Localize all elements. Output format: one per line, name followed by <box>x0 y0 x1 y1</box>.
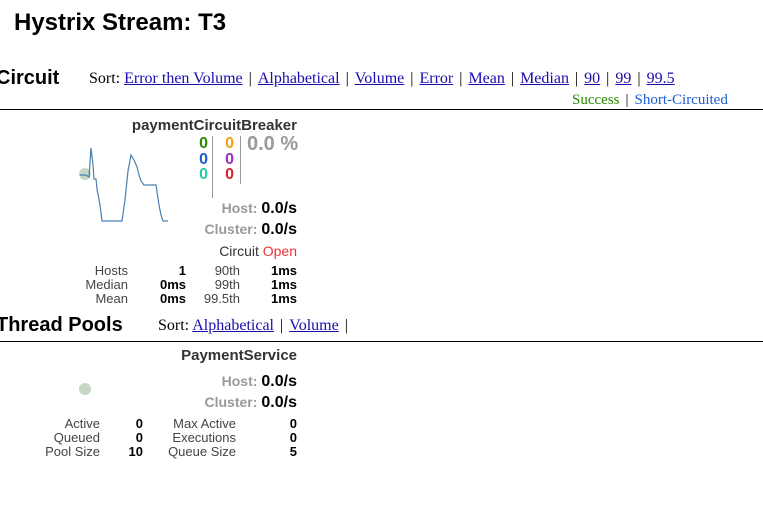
timeout-count: 0 <box>225 135 234 152</box>
p99-label: 99th <box>214 277 240 292</box>
max-active-label: Max Active <box>173 416 236 431</box>
sort-median-link[interactable]: Median <box>520 70 569 87</box>
circuit-counts-right: 0 0 0 <box>218 136 234 183</box>
pool-size-value: 10 <box>128 444 143 459</box>
legend-short-circuited: Short-Circuited <box>634 92 728 108</box>
success-count: 0 <box>199 135 208 152</box>
median-label: Median <box>85 277 128 292</box>
hosts-label: Hosts <box>94 263 128 278</box>
bad-request-count: 0 <box>199 166 208 183</box>
circuit-percentile-values: 1ms 1ms 1ms <box>271 264 297 306</box>
sort-error-then-volume-link[interactable]: Error then Volume <box>124 70 243 87</box>
sort-volume-link[interactable]: Volume <box>355 70 404 87</box>
pool-host-rate: Host: 0.0/s <box>222 373 297 391</box>
sort-99-link[interactable]: 99 <box>615 70 631 87</box>
p995-value: 1ms <box>270 291 297 306</box>
sort-mean-link[interactable]: Mean <box>468 70 504 87</box>
executions-value: 0 <box>289 430 297 445</box>
hosts-value: 1 <box>178 263 186 278</box>
count-divider <box>212 136 213 198</box>
circuit-status: Circuit Open <box>219 243 297 259</box>
circuit-counts-left: 0 0 0 <box>192 136 208 183</box>
circuit-divider <box>0 109 763 110</box>
pool-sort-volume-link[interactable]: Volume <box>289 317 338 334</box>
pool-cluster-rate: Cluster: 0.0/s <box>205 394 298 412</box>
pool-stat-values: 0 0 10 <box>129 417 143 459</box>
circuit-sort-bar: Sort: Error then Volume | Alphabetical | Vol… <box>89 70 675 87</box>
sort-error-link[interactable]: Error <box>419 70 453 87</box>
pool-cluster-rate-value: 0.0/s <box>261 394 297 411</box>
sort-99-5-link[interactable]: 99.5 <box>647 70 675 87</box>
thread-pools-sort-label: Sort: <box>158 317 190 334</box>
thread-pools-section-title: Thread Pools <box>0 314 123 336</box>
page-title: Hystrix Stream: T3 <box>14 9 227 36</box>
cluster-label: Cluster: <box>204 221 258 237</box>
circuit-stat-values: 1 0ms 0ms <box>160 264 186 306</box>
mean-label: Mean <box>95 291 128 306</box>
pool-cluster-label: Cluster: <box>204 394 258 410</box>
active-label: Active <box>64 416 100 431</box>
max-active-value: 0 <box>289 416 297 431</box>
pool-size-label: Pool Size <box>45 444 100 459</box>
queue-size-value: 5 <box>289 444 297 459</box>
sort-90-link[interactable]: 90 <box>584 70 600 87</box>
circuit-stat-labels: Hosts Median Mean <box>85 264 128 306</box>
executions-label: Executions <box>172 430 236 445</box>
circuit-sort-label: Sort: <box>89 70 121 87</box>
circuit-status-label: Circuit <box>219 243 259 259</box>
thread-pools-sort-bar: Sort: Alphabetical | Volume | <box>158 317 348 334</box>
pool-stat-values-2: 0 0 5 <box>290 417 297 459</box>
pool-name: PaymentService <box>181 347 297 364</box>
circuit-host-rate: Host: 0.0/s <box>222 200 297 218</box>
median-value: 0ms <box>159 277 186 292</box>
mean-value: 0ms <box>159 291 186 306</box>
pool-stat-labels: Active Queued Pool Size <box>45 417 100 459</box>
error-rate: 0.0 % <box>247 133 299 155</box>
circuit-cluster-rate: Cluster: 0.0/s <box>205 221 298 239</box>
circuit-status-value: Open <box>262 243 297 259</box>
p90-label: 90th <box>214 263 240 278</box>
pool-health-indicator <box>79 383 91 395</box>
circuit-sparkline <box>80 147 168 222</box>
pool-host-rate-value: 0.0/s <box>261 373 297 390</box>
circuit-legend: Success | Short-Circuited <box>572 92 728 108</box>
active-value: 0 <box>135 416 143 431</box>
sort-alphabetical-link[interactable]: Alphabetical <box>258 70 340 87</box>
p99-value: 1ms <box>270 277 297 292</box>
legend-success: Success <box>572 92 620 108</box>
pool-host-label: Host: <box>221 373 258 389</box>
p995-label: 99.5th <box>203 291 240 306</box>
queued-value: 0 <box>135 430 143 445</box>
queue-size-label: Queue Size <box>168 444 236 459</box>
circuit-percentile-labels: 90th 99th 99.5th <box>204 264 240 306</box>
pool-stat-labels-2: Max Active Executions Queue Size <box>168 417 236 459</box>
short-circuited-count: 0 <box>199 150 208 168</box>
circuit-section-title: Circuit <box>0 67 60 89</box>
failure-count: 0 <box>225 166 234 183</box>
host-label: Host: <box>221 200 258 216</box>
thread-pools-divider <box>0 341 763 342</box>
cluster-rate-value: 0.0/s <box>261 221 297 238</box>
circuit-name: paymentCircuitBreaker <box>131 117 297 134</box>
p90-value: 1ms <box>270 263 297 278</box>
pool-sort-alphabetical-link[interactable]: Alphabetical <box>192 317 274 334</box>
host-rate-value: 0.0/s <box>261 200 297 217</box>
rate-divider <box>240 136 241 184</box>
queued-label: Queued <box>53 430 100 445</box>
rejected-count: 0 <box>225 150 234 168</box>
